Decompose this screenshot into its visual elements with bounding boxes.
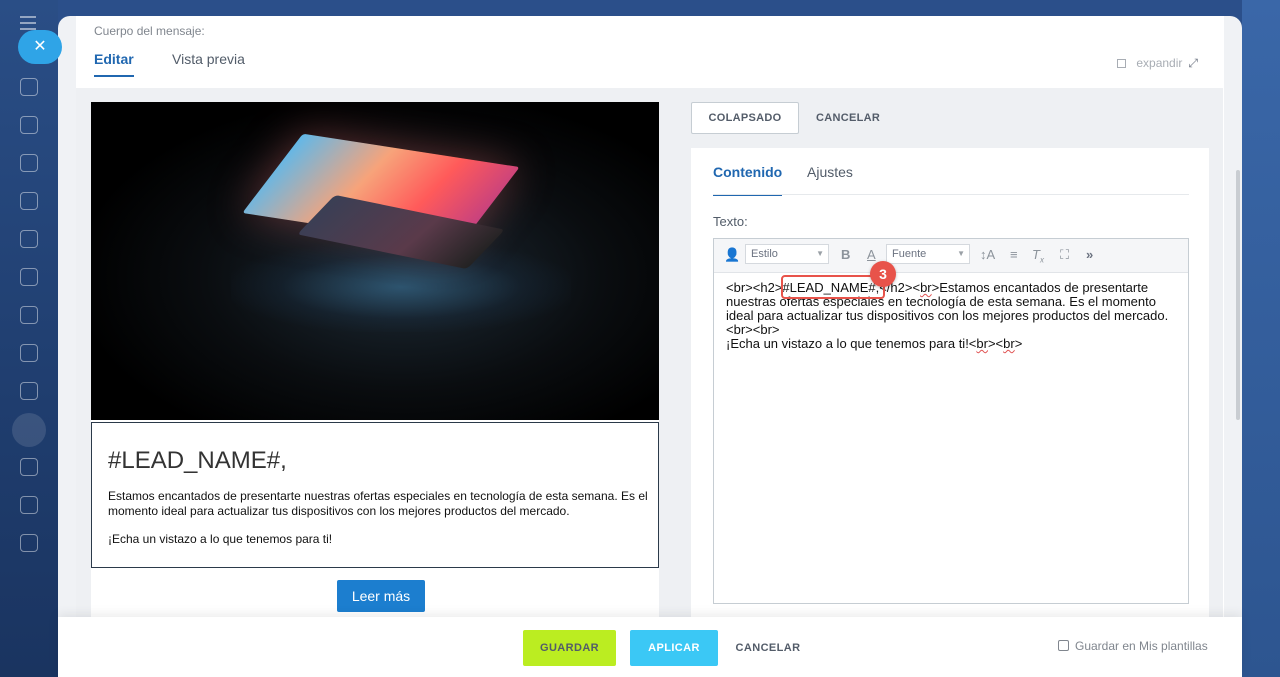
scrollbar[interactable] (1236, 170, 1240, 420)
tasks-icon[interactable] (20, 116, 38, 134)
footer-bar: GUARDAR APLICAR CANCELAR Guardar en Mis … (58, 617, 1242, 677)
catalog-icon[interactable] (20, 344, 38, 362)
font-size-icon[interactable]: ↕A (980, 247, 995, 262)
chevron-down-icon: ▼ (816, 249, 824, 258)
box-icon[interactable] (20, 534, 38, 552)
align-icon[interactable]: ≡ (1010, 247, 1018, 262)
more-icon[interactable]: » (1086, 247, 1093, 262)
intro-paragraph: Estamos encantados de presentarte nuestr… (108, 489, 648, 518)
inbox-icon[interactable] (20, 382, 38, 400)
apply-button[interactable]: APLICAR (630, 630, 718, 666)
tabs-divider (713, 194, 1189, 195)
expand-label: expandir (1136, 56, 1183, 70)
chevron-down-icon: ▼ (957, 249, 965, 258)
settings-card: Contenido Ajustes Texto: 👤 Estilo ▼ B A F… (691, 148, 1209, 636)
expand-button[interactable]: expandir ⤢ (1117, 56, 1198, 71)
lead-name-heading: #LEAD_NAME#, (108, 447, 287, 474)
editor-panel: Cuerpo del mensaje: Editar Vista previa … (58, 16, 1242, 677)
crm-icon[interactable] (20, 78, 38, 96)
cta-paragraph: ¡Echa un vistazo a lo que tenemos para t… (108, 532, 333, 546)
editor-toolbar: 👤 Estilo ▼ B A Fuente ▼ ↕A ≡ Tx ⛶ » (714, 239, 1188, 273)
save-template-label: Guardar en Mis plantillas (1075, 639, 1208, 653)
font-select[interactable]: Fuente ▼ (886, 244, 970, 264)
tab-ajustes[interactable]: Ajustes (807, 164, 853, 194)
style-select[interactable]: Estilo ▼ (745, 244, 829, 264)
text-label: Texto: (713, 214, 748, 229)
checkbox[interactable] (1058, 640, 1069, 651)
filter-icon[interactable] (20, 154, 38, 172)
clear-format-icon[interactable]: Tx (1032, 247, 1044, 265)
expand-arrows-icon: ⤢ (1188, 56, 1198, 70)
document-icon[interactable] (20, 496, 38, 514)
edit-icon[interactable] (20, 458, 38, 476)
html-editor[interactable]: 👤 Estilo ▼ B A Fuente ▼ ↕A ≡ Tx ⛶ » <br><h… (713, 238, 1189, 604)
step-badge: 3 (870, 261, 896, 287)
text-block[interactable]: #LEAD_NAME#, Estamos encantados de prese… (91, 422, 659, 568)
right-rail (1242, 0, 1280, 677)
left-sidebar (0, 0, 58, 677)
block-settings-panel: COLAPSADO CANCELAR Contenido Ajustes Tex… (677, 88, 1223, 636)
email-preview: #LEAD_NAME#, Estamos encantados de prese… (91, 102, 659, 636)
tab-editar[interactable]: Editar (94, 51, 134, 77)
highlight-annotation (781, 275, 885, 299)
marketing-icon[interactable] (12, 413, 46, 447)
tab-vista-previa[interactable]: Vista previa (172, 51, 245, 75)
cancel-button[interactable]: CANCELAR (733, 630, 803, 666)
robot-icon[interactable] (20, 192, 38, 210)
body-label: Cuerpo del mensaje: (94, 24, 205, 38)
cart-icon[interactable] (20, 268, 38, 286)
tab-contenido[interactable]: Contenido (713, 164, 783, 196)
close-button[interactable]: ✕ (18, 30, 62, 64)
side-cancel-button[interactable]: CANCELAR (816, 102, 880, 134)
contacts-icon[interactable] (20, 306, 38, 324)
text-color-icon[interactable]: A (867, 247, 876, 262)
fullscreen-icon[interactable]: ⛶ (1060, 247, 1069, 263)
hero-image[interactable] (91, 102, 659, 420)
window-icon (1117, 59, 1127, 68)
personalize-icon[interactable]: 👤 (724, 247, 740, 263)
analytics-icon[interactable] (20, 230, 38, 248)
bold-icon[interactable]: B (841, 247, 850, 262)
leer-mas-button[interactable]: Leer más (337, 580, 425, 612)
collapse-button[interactable]: COLAPSADO (691, 102, 799, 134)
save-template-checkbox[interactable]: Guardar en Mis plantillas (1058, 639, 1208, 653)
menu-icon[interactable] (20, 16, 36, 30)
save-button[interactable]: GUARDAR (523, 630, 616, 666)
